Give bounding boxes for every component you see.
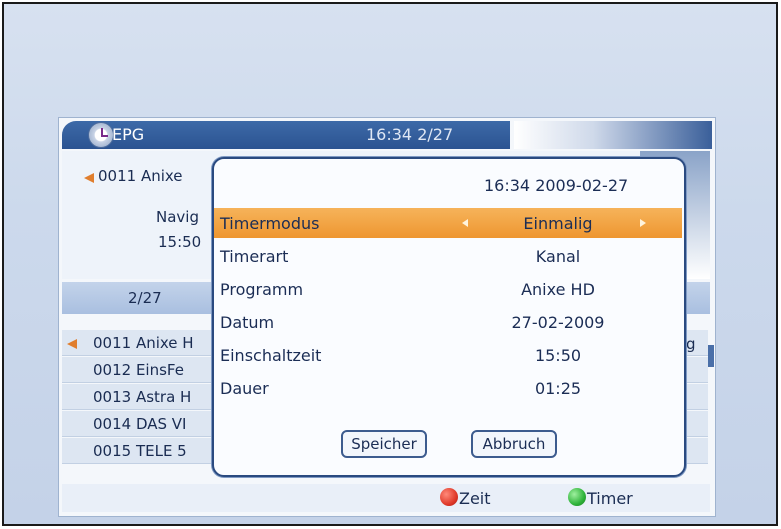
- cancel-button[interactable]: Abbruch: [471, 430, 557, 458]
- dauer-label: Dauer: [220, 379, 269, 398]
- einschaltzeit-value[interactable]: 15:50: [448, 346, 668, 365]
- clock-icon: [88, 122, 114, 148]
- datum-value[interactable]: 27-02-2009: [448, 313, 668, 332]
- dialog-datetime: 16:34 2009-02-27: [484, 176, 629, 195]
- channel-label: 0011 Anixe H: [93, 334, 194, 352]
- channel-label: 0012 EinsFe: [93, 361, 184, 379]
- list-right-fragment: g: [686, 335, 696, 353]
- scrollbar[interactable]: [708, 345, 714, 367]
- list-item-right: [686, 411, 708, 437]
- arrow-icon: [84, 173, 94, 183]
- red-button-label[interactable]: Zeit: [459, 489, 491, 508]
- channel-label: 0015 TELE 5: [93, 442, 187, 460]
- list-item-right: [686, 438, 708, 464]
- tab-page: 2/27: [128, 289, 162, 307]
- green-button-label[interactable]: Timer: [587, 489, 633, 508]
- epg-title: EPG: [112, 125, 145, 144]
- list-item-right: [686, 384, 708, 410]
- channel-label: 0014 DAS VI: [93, 415, 187, 433]
- datum-label: Datum: [220, 313, 275, 332]
- green-button-icon[interactable]: [568, 488, 586, 506]
- save-button[interactable]: Speicher: [341, 430, 427, 458]
- einschaltzeit-label: Einschaltzeit: [220, 346, 322, 365]
- timerart-label: Timerart: [220, 247, 289, 266]
- epg-time-page: 16:34 2/27: [366, 125, 454, 144]
- programm-label: Programm: [220, 280, 304, 299]
- timermodus-label: Timermodus: [220, 214, 320, 233]
- timermodus-value[interactable]: Einmalig: [448, 214, 668, 233]
- info-navig: Navig: [156, 208, 199, 226]
- info-time: 15:50: [158, 233, 202, 251]
- info-channel: 0011 Anixe: [98, 167, 183, 185]
- red-button-icon[interactable]: [440, 488, 458, 506]
- list-item-right: [686, 357, 708, 383]
- channel-label: 0013 Astra H: [93, 388, 192, 406]
- titlebar-right-strip: [514, 121, 712, 149]
- programm-value[interactable]: Anixe HD: [448, 280, 668, 299]
- timerart-value[interactable]: Kanal: [448, 247, 668, 266]
- selected-arrow-icon: [67, 339, 77, 349]
- dauer-value[interactable]: 01:25: [448, 379, 668, 398]
